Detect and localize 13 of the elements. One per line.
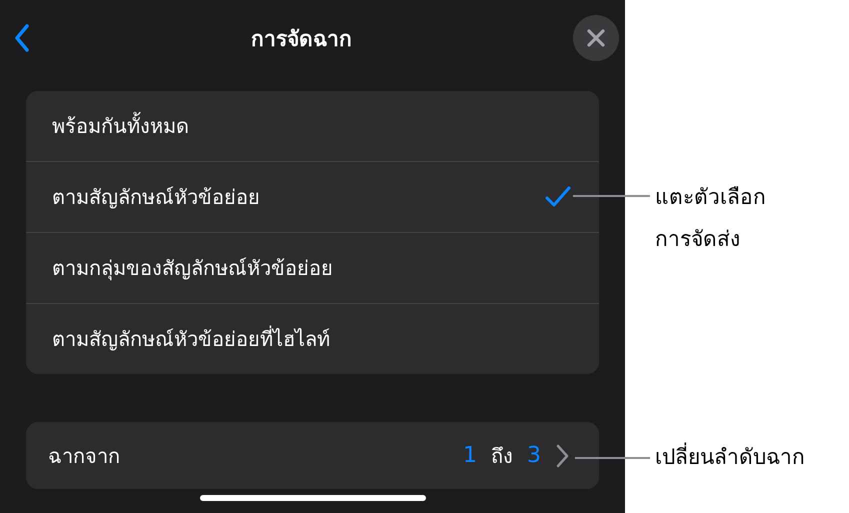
option-row[interactable]: ตามกลุ่มของสัญลักษณ์หัวข้อย่อย <box>26 232 599 303</box>
option-row[interactable]: พร้อมกันทั้งหมด <box>26 91 599 161</box>
screen-title: การจัดฉาก <box>251 26 352 52</box>
close-button[interactable] <box>573 15 619 61</box>
callout-text: เปลี่ยนลำดับฉาก <box>655 440 805 473</box>
back-button[interactable] <box>14 24 30 52</box>
option-row[interactable]: ตามสัญลักษณ์หัวข้อย่อย <box>26 161 599 232</box>
range-row[interactable]: ฉากจาก 1 ถึง 3 <box>26 422 599 489</box>
callout-text: แตะตัวเลือก การจัดส่ง <box>655 184 767 253</box>
back-chevron-icon <box>14 24 30 52</box>
option-row[interactable]: ตามสัญลักษณ์หัวข้อย่อยที่ไฮไลท์ <box>26 303 599 374</box>
close-icon <box>587 29 605 47</box>
chevron-right-icon <box>555 444 569 468</box>
